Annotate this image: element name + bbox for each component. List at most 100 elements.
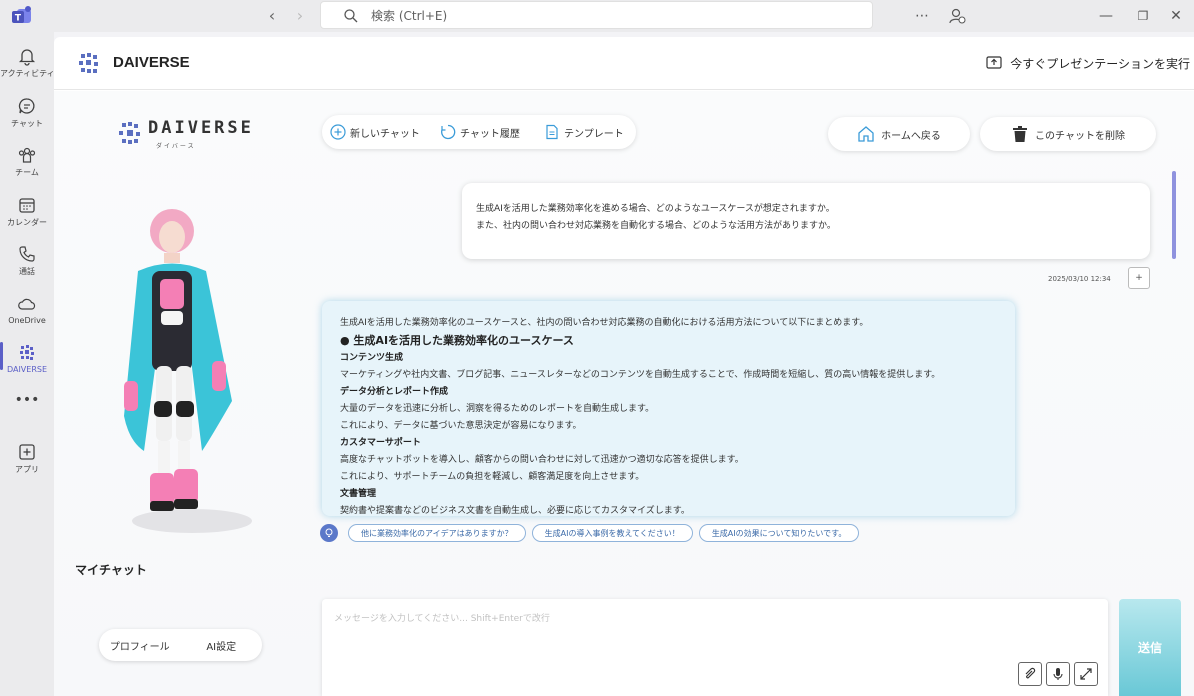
- message-timestamp: 2025/03/10 12:34: [1048, 275, 1111, 283]
- brand-name: DAIVERSE: [148, 118, 254, 138]
- user-message-line: また、社内の問い合わせ対応業務を自動化する場合、どのような活用方法がありますか。: [476, 221, 836, 231]
- trash-icon: [1013, 126, 1028, 142]
- cloud-icon: [18, 298, 36, 310]
- home-button[interactable]: ホームへ戻る: [828, 117, 970, 151]
- teams-icon: [18, 147, 36, 163]
- bell-icon: [18, 49, 36, 66]
- rail-label: アクティビティ: [0, 69, 55, 78]
- expand-icon: [1080, 668, 1092, 680]
- ai-section-line: これにより、データに基づいた意思決定が容易になります。: [340, 421, 582, 431]
- back-arrow-icon[interactable]: ‹: [262, 6, 282, 26]
- chat-toolbar: 新しいチャット チャット履歴 テンプレート: [322, 115, 636, 149]
- profile-icon[interactable]: [947, 6, 967, 26]
- send-button[interactable]: 送信: [1119, 599, 1181, 696]
- teams-logo-icon[interactable]: T: [11, 5, 33, 27]
- ai-section-line: マーケティングや社内文書、ブログ記事、ニュースレターなどのコンテンツを自動生成す…: [340, 370, 941, 380]
- rail-item-activity[interactable]: アクティビティ: [0, 40, 55, 86]
- rail-label: OneDrive: [8, 316, 46, 325]
- message-input-box: [322, 599, 1108, 696]
- plus-circle-icon: [330, 124, 346, 140]
- rail-item-calls[interactable]: 通話: [0, 238, 54, 284]
- profile-tab[interactable]: プロフィール: [99, 638, 181, 653]
- chat-history-button[interactable]: チャット履歴: [440, 123, 520, 141]
- forward-arrow-icon[interactable]: ›: [290, 6, 310, 26]
- more-apps-icon[interactable]: •••: [0, 392, 54, 418]
- app-header: DAIVERSE 今すぐプレゼンテーションを実行: [54, 37, 1194, 90]
- brand-logo: DAIVERSE ダイバース: [116, 115, 251, 151]
- copy-icon: +: [1135, 273, 1143, 283]
- home-icon: [858, 126, 874, 142]
- svg-text:T: T: [15, 14, 22, 24]
- chat-icon: [18, 98, 35, 114]
- rail-label: カレンダー: [7, 218, 47, 227]
- history-icon: [441, 124, 456, 140]
- title-bar: T ‹ › ⋯ — ❐ ✕: [0, 0, 1194, 32]
- ai-section-line: これにより、サポートチームの負担を軽減し、顧客満足度を向上させます。: [340, 472, 645, 482]
- ai-section-line: 契約書や提案書などのビジネス文書を自動生成し、必要に応じてカスタマイズします。: [340, 506, 690, 516]
- calendar-icon: [19, 198, 35, 213]
- close-icon[interactable]: ✕: [1166, 6, 1186, 26]
- template-button[interactable]: テンプレート: [544, 123, 624, 141]
- suggestion-chip[interactable]: 生成AIの効果について知りたいです。: [698, 524, 860, 542]
- user-message-bubble: 生成AIを活用した業務効率化を進める場合、どのようなユースケースが想定されますか…: [462, 183, 1150, 259]
- search-icon: [344, 9, 358, 23]
- suggestion-row: 他に業務効率化のアイデアはありますか？ 生成AIの導入事例を教えてください！ 生…: [320, 522, 860, 544]
- expand-input-button[interactable]: [1074, 662, 1098, 686]
- chat-canvas: DAIVERSE ダイバース マイチャット プロフィール AI設定 新しいチャッ…: [54, 91, 1194, 696]
- rail-label: DAIVERSE: [6, 365, 48, 374]
- ai-section-title: データ分析とレポート作成: [340, 387, 449, 397]
- new-chat-button[interactable]: 新しいチャット: [330, 123, 420, 141]
- rail-label: 通話: [19, 267, 35, 276]
- copy-message-button[interactable]: +: [1128, 267, 1150, 289]
- ai-settings-tab[interactable]: AI設定: [181, 638, 263, 653]
- suggestion-chip[interactable]: 他に業務効率化のアイデアはありますか？: [348, 524, 526, 542]
- microphone-icon: [1053, 668, 1063, 680]
- search-box[interactable]: [320, 1, 873, 29]
- restore-icon[interactable]: ❐: [1133, 6, 1153, 26]
- chat-scrollbar[interactable]: [1172, 171, 1176, 259]
- rail-item-teams[interactable]: チーム: [0, 139, 54, 185]
- message-input[interactable]: [334, 611, 1034, 651]
- attach-button[interactable]: [1018, 662, 1042, 686]
- profile-tabs: プロフィール AI設定: [99, 629, 262, 661]
- phone-icon: [19, 246, 35, 262]
- ai-section-line: 大量のデータを迅速に分析し、洞察を得るためのレポートを自動生成します。: [340, 404, 655, 414]
- present-label: 今すぐプレゼンテーションを実行: [1010, 56, 1190, 71]
- rail-label: チャット: [11, 119, 43, 128]
- rail-item-chat[interactable]: チャット: [0, 90, 54, 136]
- search-input[interactable]: [371, 5, 851, 27]
- share-screen-icon: [986, 56, 1002, 69]
- rail-label: チーム: [15, 168, 39, 177]
- brand-mark-icon: [119, 122, 140, 144]
- add-app-icon: [19, 444, 35, 460]
- rail-item-apps[interactable]: アプリ: [0, 436, 54, 482]
- voice-input-button[interactable]: [1046, 662, 1070, 686]
- paperclip-icon: [1025, 667, 1036, 679]
- ai-intro: 生成AIを活用した業務効率化のユースケースと、社内の問い合わせ対応業務の自動化に…: [340, 318, 869, 328]
- more-options-icon[interactable]: ⋯: [912, 6, 932, 26]
- app-title: DAIVERSE: [113, 54, 190, 71]
- lightbulb-icon: [320, 524, 338, 542]
- rail-item-daiverse[interactable]: DAIVERSE: [0, 337, 54, 383]
- user-message-line: 生成AIを活用した業務効率化を進める場合、どのようなユースケースが想定されますか…: [476, 204, 835, 214]
- ai-section-title: コンテンツ生成: [340, 353, 404, 363]
- daiverse-logo-icon: [79, 53, 98, 73]
- rail-item-calendar[interactable]: カレンダー: [0, 189, 54, 235]
- ai-avatar-image: [114, 201, 264, 536]
- rail-label: アプリ: [15, 465, 39, 474]
- my-chat-heading: マイチャット: [75, 563, 147, 577]
- document-icon: [546, 124, 558, 140]
- new-chat-label: 新しいチャット: [350, 128, 420, 140]
- present-now-button[interactable]: 今すぐプレゼンテーションを実行: [986, 52, 1190, 74]
- ai-heading: ● 生成AIを活用した業務効率化のユースケース: [340, 334, 574, 347]
- app-pane: DAIVERSE 今すぐプレゼンテーションを実行 DAIVERSE ダイバース: [54, 37, 1194, 696]
- suggestion-chip[interactable]: 生成AIの導入事例を教えてください！: [531, 524, 693, 542]
- minimize-icon[interactable]: —: [1096, 6, 1116, 26]
- home-label: ホームへ戻る: [881, 130, 941, 142]
- ai-section-title: カスタマーサポート: [340, 438, 421, 448]
- ai-section-line: 高度なチャットボットを導入し、顧客からの問い合わせに対して迅速かつ適切な応答を提…: [340, 455, 744, 465]
- delete-chat-label: このチャットを削除: [1035, 130, 1125, 142]
- delete-chat-button[interactable]: このチャットを削除: [980, 117, 1156, 151]
- rail-item-onedrive[interactable]: OneDrive: [0, 288, 54, 334]
- ai-section-title: 文書管理: [340, 489, 377, 499]
